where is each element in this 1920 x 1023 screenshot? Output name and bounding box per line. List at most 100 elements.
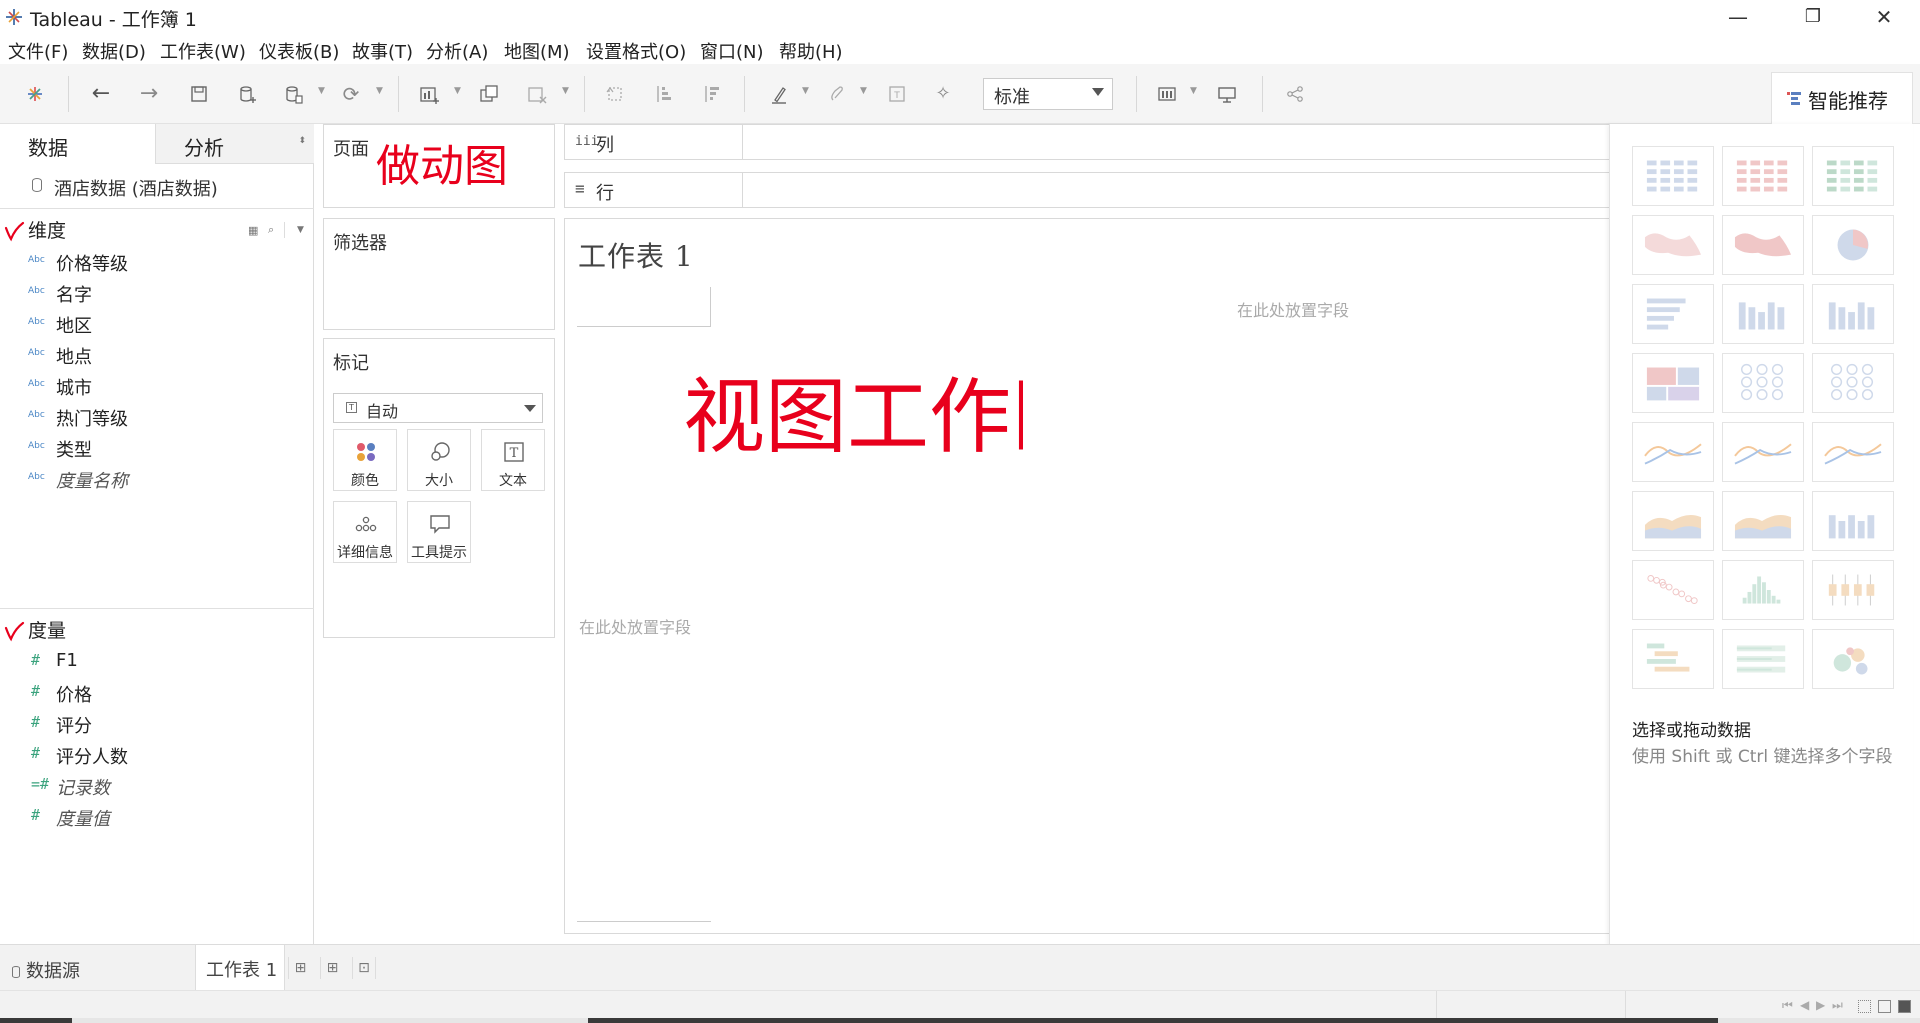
- menu-analysis[interactable]: 分析(A): [426, 38, 488, 64]
- show-filmstrip-icon[interactable]: [1858, 1000, 1871, 1013]
- measure-field[interactable]: # 度量值: [0, 803, 314, 831]
- menu-data[interactable]: 数据(D): [82, 38, 146, 64]
- mark-type-select[interactable]: T 自动: [333, 393, 543, 423]
- view-canvas[interactable]: 工作表 1 在此处放置字段 在此处放置字段 视图工作区: [564, 218, 1610, 934]
- marks-tooltip-button[interactable]: 工具提示: [407, 501, 471, 563]
- marks-size-button[interactable]: 大小: [407, 429, 471, 491]
- grid-view-icon[interactable]: ▦: [248, 224, 258, 237]
- sheet-title[interactable]: 工作表 1: [578, 235, 694, 275]
- dimension-field[interactable]: Abc 名字: [0, 279, 314, 307]
- rows-shelf[interactable]: ≡ 行: [564, 172, 1610, 208]
- show-tabs-icon[interactable]: [1898, 1000, 1911, 1013]
- datasource-item[interactable]: 酒店数据 (酒店数据): [0, 172, 314, 202]
- undo-icon[interactable]: ←: [88, 81, 114, 107]
- last-sheet-icon[interactable]: ⏭: [1832, 998, 1843, 1013]
- search-icon[interactable]: ⌕: [268, 223, 274, 237]
- clear-sheet-icon[interactable]: [524, 81, 550, 107]
- chevron-down-icon[interactable]: ▼: [297, 225, 304, 235]
- highlight-table-thumbnail[interactable]: [1812, 146, 1894, 206]
- menu-dashboard[interactable]: 仪表板(B): [259, 38, 339, 64]
- restore-button[interactable]: ❐: [1791, 4, 1835, 30]
- marks-text-button[interactable]: T 文本: [481, 429, 545, 491]
- histogram-thumbnail[interactable]: [1722, 560, 1804, 620]
- next-sheet-icon[interactable]: ▶: [1816, 998, 1825, 1012]
- chevron-down-icon[interactable]: ▼: [376, 86, 383, 96]
- measure-field[interactable]: # F1: [0, 648, 314, 676]
- row-drop-zone[interactable]: 在此处放置字段: [579, 614, 691, 638]
- menu-window[interactable]: 窗口(N): [700, 38, 764, 64]
- tab-analysis[interactable]: 分析 ⬍: [155, 124, 314, 164]
- show-sheet-sorter-icon[interactable]: [1878, 1000, 1891, 1013]
- dimension-field[interactable]: Abc 度量名称: [0, 465, 314, 493]
- minimize-button[interactable]: —: [1716, 4, 1760, 30]
- redo-icon[interactable]: →: [136, 81, 162, 107]
- area-continuous-thumbnail[interactable]: [1632, 491, 1714, 551]
- circle-view-thumbnail[interactable]: [1722, 353, 1804, 413]
- side-by-side-bar-thumbnail[interactable]: [1812, 284, 1894, 344]
- sheet-tab[interactable]: 工作表 1: [195, 945, 285, 990]
- column-drop-zone[interactable]: 在此处放置字段: [1237, 297, 1349, 321]
- gantt-chart-thumbnail[interactable]: [1632, 629, 1714, 689]
- pages-shelf[interactable]: 页面 做动图: [323, 124, 555, 208]
- share-icon[interactable]: [1282, 81, 1308, 107]
- pie-chart-thumbnail[interactable]: [1812, 215, 1894, 275]
- datasource-tab[interactable]: 数据源: [12, 957, 80, 983]
- presentation-mode-icon[interactable]: [1214, 81, 1240, 107]
- menu-help[interactable]: 帮助(H): [779, 38, 843, 64]
- fit-select[interactable]: 标准: [983, 78, 1113, 110]
- marks-detail-button[interactable]: 详细信息: [333, 501, 397, 563]
- area-discrete-thumbnail[interactable]: [1722, 491, 1804, 551]
- side-by-side-circle-thumbnail[interactable]: [1812, 353, 1894, 413]
- chevron-down-icon[interactable]: ▼: [318, 86, 325, 96]
- stacked-bar-thumbnail[interactable]: [1722, 284, 1804, 344]
- dimension-field[interactable]: Abc 城市: [0, 372, 314, 400]
- duplicate-sheet-icon[interactable]: [476, 81, 502, 107]
- measure-field[interactable]: # 评分人数: [0, 741, 314, 769]
- first-sheet-icon[interactable]: ⏮: [1782, 998, 1793, 1013]
- dimension-field[interactable]: Abc 热门等级: [0, 403, 314, 431]
- new-datasource-icon[interactable]: [234, 81, 260, 107]
- measure-field[interactable]: =# 记录数: [0, 772, 314, 800]
- chevron-down-icon[interactable]: ▼: [1190, 86, 1197, 96]
- close-button[interactable]: ✕: [1862, 4, 1906, 30]
- treemap-thumbnail[interactable]: [1632, 353, 1714, 413]
- tableau-start-icon[interactable]: [22, 81, 48, 107]
- menu-map[interactable]: 地图(M): [504, 38, 570, 64]
- new-dashboard-icon[interactable]: ⊞: [320, 957, 344, 979]
- bullet-graph-thumbnail[interactable]: [1722, 629, 1804, 689]
- scatter-plot-thumbnail[interactable]: [1632, 560, 1714, 620]
- symbol-map-thumbnail[interactable]: [1632, 215, 1714, 275]
- measure-field[interactable]: # 评分: [0, 710, 314, 738]
- menu-story[interactable]: 故事(T): [352, 38, 413, 64]
- dimension-field[interactable]: Abc 类型: [0, 434, 314, 462]
- chevron-down-icon[interactable]: ▼: [454, 86, 461, 96]
- columns-shelf[interactable]: iii 列: [564, 124, 1610, 160]
- line-discrete-thumbnail[interactable]: [1722, 422, 1804, 482]
- sort-descending-icon[interactable]: [698, 81, 724, 107]
- group-members-icon[interactable]: [824, 81, 850, 107]
- filters-shelf[interactable]: 筛选器: [323, 218, 555, 330]
- marks-color-button[interactable]: 颜色: [333, 429, 397, 491]
- new-story-icon[interactable]: ⊡: [352, 957, 376, 979]
- show-cards-icon[interactable]: [1154, 81, 1180, 107]
- fix-axes-icon[interactable]: ✧: [930, 81, 956, 107]
- box-whisker-thumbnail[interactable]: [1812, 560, 1894, 620]
- filled-map-thumbnail[interactable]: [1722, 215, 1804, 275]
- dual-combination-thumbnail[interactable]: [1812, 491, 1894, 551]
- dimension-field[interactable]: Abc 地点: [0, 341, 314, 369]
- text-table-thumbnail[interactable]: [1632, 146, 1714, 206]
- sort-ascending-icon[interactable]: [650, 81, 676, 107]
- previous-sheet-icon[interactable]: ◀: [1800, 998, 1809, 1012]
- chevron-down-icon[interactable]: ▼: [562, 86, 569, 96]
- smart-recommendation-tab[interactable]: 智能推荐: [1771, 72, 1913, 124]
- dual-line-thumbnail[interactable]: [1812, 422, 1894, 482]
- dimension-field[interactable]: Abc 价格等级: [0, 248, 314, 276]
- save-icon[interactable]: [186, 81, 212, 107]
- measure-field[interactable]: # 价格: [0, 679, 314, 707]
- menu-format[interactable]: 设置格式(O): [586, 38, 686, 64]
- highlight-icon[interactable]: [766, 81, 792, 107]
- horizontal-bar-thumbnail[interactable]: [1632, 284, 1714, 344]
- swap-rows-columns-icon[interactable]: [602, 81, 628, 107]
- chevron-down-icon[interactable]: ▼: [860, 86, 867, 96]
- show-mark-labels-icon[interactable]: T: [884, 81, 910, 107]
